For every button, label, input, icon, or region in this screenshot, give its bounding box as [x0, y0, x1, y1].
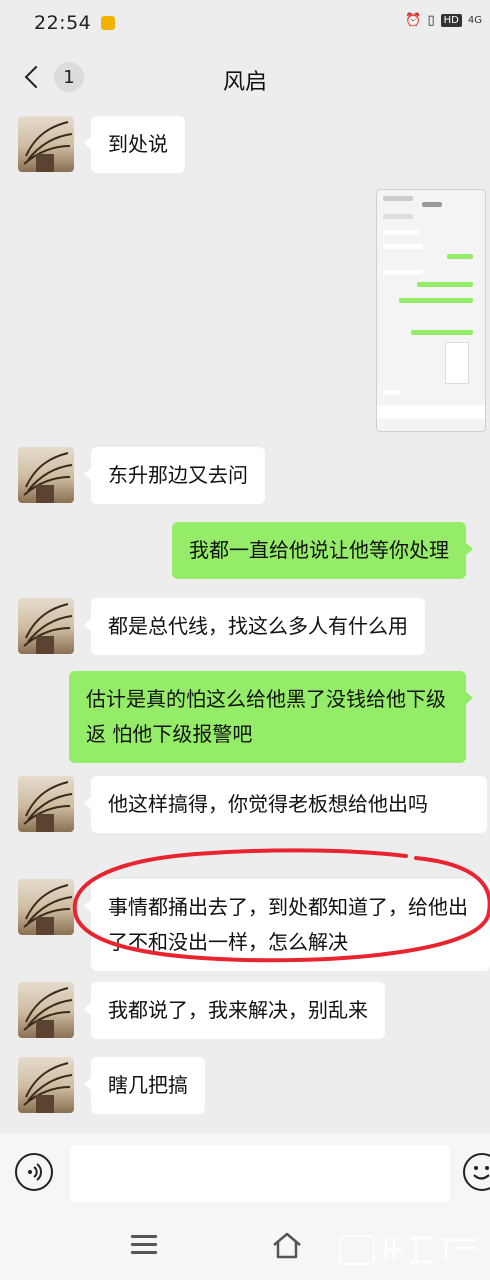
hd-badge: HD — [440, 14, 462, 27]
image-message[interactable] — [376, 189, 486, 432]
message-bubble[interactable]: 都是总代线，找这么多人有什么用 — [84, 598, 425, 655]
status-icons: ⏰ ▯ HD 4G — [405, 13, 482, 28]
notification-icon — [101, 16, 116, 30]
message-bubble[interactable]: 事情都捅出去了，到处都知道了，给他出了不和没出一样，怎么解决 — [84, 879, 490, 971]
contact-avatar[interactable] — [18, 447, 74, 503]
message-input[interactable] — [70, 1145, 450, 1202]
message-bubble[interactable]: 我都说了，我来解决，别乱来 — [84, 982, 385, 1039]
message-bubble-sent[interactable]: 估计是真的怕这么给他黑了没钱给他下级返 怕他下级报警吧 — [69, 671, 473, 763]
contact-avatar[interactable] — [18, 982, 74, 1038]
home-icon[interactable] — [271, 1231, 303, 1261]
vibrate-icon: ▯ — [427, 13, 435, 28]
emoji-button[interactable] — [463, 1153, 490, 1191]
navigation-bar — [0, 1213, 490, 1280]
mini-input — [377, 405, 485, 419]
watermark-logo — [336, 1227, 490, 1273]
message-bubble[interactable]: 他这样搞得，你觉得老板想给他出吗 — [84, 776, 487, 833]
message-bubble[interactable]: 到处说 — [84, 116, 185, 173]
chevron-left-icon — [24, 65, 48, 89]
network-label: 4G — [467, 15, 482, 26]
contact-avatar[interactable] — [18, 598, 74, 654]
contact-avatar[interactable] — [18, 116, 74, 172]
voice-button[interactable] — [15, 1153, 53, 1191]
mini-image — [445, 342, 469, 384]
back-button[interactable]: 1 — [22, 62, 84, 92]
message-bubble[interactable]: 东升那边又去问 — [84, 447, 265, 504]
emoji-icon — [473, 1166, 490, 1180]
menu-icon[interactable] — [131, 1235, 157, 1259]
contact-avatar[interactable] — [18, 879, 74, 935]
message-bubble[interactable]: 瞎几把搞 — [84, 1057, 205, 1114]
voice-icon — [28, 1163, 42, 1181]
input-bar — [0, 1133, 490, 1213]
unread-badge: 1 — [54, 62, 84, 92]
alarm-icon: ⏰ — [405, 13, 422, 28]
chat-title: 风启 — [222, 70, 267, 95]
status-time: 22:54 — [34, 12, 92, 34]
chat-header: 1 风启 — [0, 50, 490, 110]
status-bar: 22:54 ⏰ ▯ HD 4G — [0, 0, 490, 46]
contact-avatar[interactable] — [18, 1057, 74, 1113]
message-bubble-sent[interactable]: 我都一直给他说让他等你处理 — [172, 522, 473, 579]
contact-avatar[interactable] — [18, 776, 74, 832]
